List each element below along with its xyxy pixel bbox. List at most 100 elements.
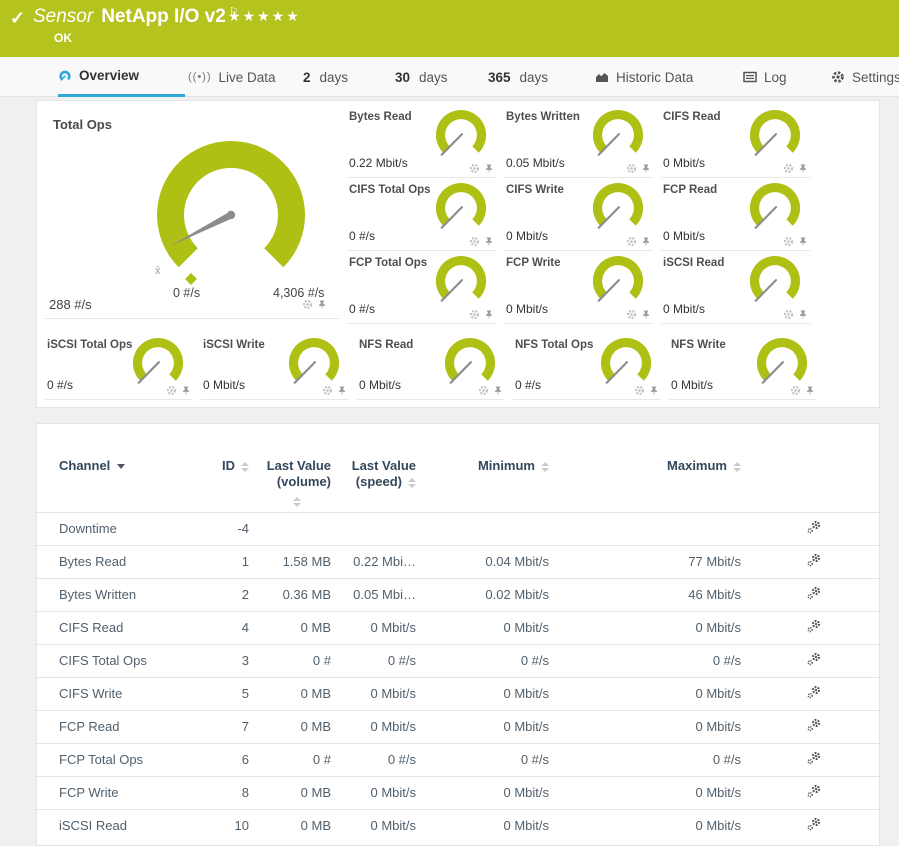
channel-settings-icon[interactable]: [807, 718, 821, 732]
column-header-last-value-speed[interactable]: Last Value(speed): [331, 444, 416, 512]
gear-icon[interactable]: [790, 385, 801, 396]
channel-name[interactable]: Bytes Written: [37, 578, 199, 611]
pin-icon[interactable]: [641, 236, 651, 247]
gear-icon[interactable]: [469, 163, 480, 174]
last-value-volume: 0 MB: [249, 611, 331, 644]
table-row-fcp-total-ops[interactable]: FCP Total Ops60 #0 #/s0 #/s0 #/s: [37, 743, 880, 776]
channel-name[interactable]: FCP Total Ops: [37, 743, 199, 776]
table-row-cifs-write[interactable]: CIFS Write50 MB0 Mbit/s0 Mbit/s0 Mbit/s: [37, 677, 880, 710]
pin-icon[interactable]: [641, 163, 651, 174]
channel-name[interactable]: CIFS Write: [37, 677, 199, 710]
gear-icon[interactable]: [478, 385, 489, 396]
sort-icon: [733, 462, 741, 472]
gauge-panel-nfs-read[interactable]: NFS Read0 Mbit/s: [357, 333, 505, 400]
channel-settings-icon[interactable]: [807, 619, 821, 633]
gear-icon[interactable]: [626, 236, 637, 247]
gauge-panel-nfs-write[interactable]: NFS Write0 Mbit/s: [669, 333, 817, 400]
gauge-panel-iscsi-total-ops[interactable]: iSCSI Total Ops0 #/s: [45, 333, 193, 400]
tab-settings[interactable]: Settings: [831, 57, 899, 97]
tab-30-days[interactable]: 30 days: [395, 57, 448, 97]
gear-icon[interactable]: [634, 385, 645, 396]
small-gauges-grid: Bytes Read0.22 Mbit/s Bytes Written0.05 …: [347, 105, 821, 324]
sort-icon: [541, 462, 549, 472]
table-row-cifs-read[interactable]: CIFS Read40 MB0 Mbit/s0 Mbit/s0 Mbit/s: [37, 611, 880, 644]
channel-name[interactable]: CIFS Read: [37, 611, 199, 644]
gear-icon[interactable]: [469, 236, 480, 247]
channel-name[interactable]: Downtime: [37, 512, 199, 545]
channel-settings-icon[interactable]: [807, 520, 821, 534]
gear-icon[interactable]: [626, 163, 637, 174]
gauge-panel-cifs-read[interactable]: CIFS Read0 Mbit/s: [661, 105, 810, 178]
pin-icon[interactable]: [484, 309, 494, 320]
gauge-panel-bytes-read[interactable]: Bytes Read0.22 Mbit/s: [347, 105, 496, 178]
column-header-last-value-volume[interactable]: Last Value(volume): [249, 444, 331, 512]
channel-name[interactable]: FCP Write: [37, 776, 199, 809]
pin-icon[interactable]: [798, 163, 808, 174]
channel-name[interactable]: iSCSI Read: [37, 809, 199, 842]
gauge-panel-fcp-total-ops[interactable]: FCP Total Ops0 #/s: [347, 251, 496, 324]
table-row-bytes-read[interactable]: Bytes Read11.58 MB0.22 Mbi…0.04 Mbit/s77…: [37, 545, 880, 578]
pin-icon[interactable]: [641, 309, 651, 320]
gauge-panel-bytes-written[interactable]: Bytes Written0.05 Mbit/s: [504, 105, 653, 178]
channel-settings-icon[interactable]: [807, 685, 821, 699]
gauge-panel-total-ops[interactable]: Total Ops x̄ 0 #/s 4,306 #/s 288 #/s: [45, 109, 339, 319]
channel-settings-icon[interactable]: [807, 784, 821, 798]
pin-icon[interactable]: [798, 309, 808, 320]
gear-icon[interactable]: [469, 309, 480, 320]
tab-log[interactable]: Log: [743, 57, 787, 97]
column-header-id[interactable]: ID: [199, 444, 249, 512]
gear-icon[interactable]: [783, 236, 794, 247]
column-header-minimum[interactable]: Minimum: [416, 444, 549, 512]
status-badge: OK: [54, 31, 72, 45]
gauge-panel-cifs-write[interactable]: CIFS Write0 Mbit/s: [504, 178, 653, 251]
gear-icon[interactable]: [626, 309, 637, 320]
channel-name[interactable]: Bytes Read: [37, 545, 199, 578]
tab-365-days[interactable]: 365 days: [488, 57, 548, 97]
pin-icon[interactable]: [484, 236, 494, 247]
table-row-fcp-write[interactable]: FCP Write80 MB0 Mbit/s0 Mbit/s0 Mbit/s: [37, 776, 880, 809]
gear-icon[interactable]: [302, 299, 313, 310]
table-row-fcp-read[interactable]: FCP Read70 MB0 Mbit/s0 Mbit/s0 Mbit/s: [37, 710, 880, 743]
table-row-iscsi-read[interactable]: iSCSI Read100 MB0 Mbit/s0 Mbit/s0 Mbit/s: [37, 809, 880, 842]
gauge-panel-iscsi-write[interactable]: iSCSI Write0 Mbit/s: [201, 333, 349, 400]
pin-icon[interactable]: [181, 385, 191, 396]
channel-settings-icon[interactable]: [807, 586, 821, 600]
column-header-channel[interactable]: Channel: [37, 444, 199, 512]
gauge-panel-nfs-total-ops[interactable]: NFS Total Ops0 #/s: [513, 333, 661, 400]
tab-live-data[interactable]: ((•)) Live Data: [188, 57, 276, 97]
channel-name[interactable]: FCP Read: [37, 710, 199, 743]
table-row-bytes-written[interactable]: Bytes Written20.36 MB0.05 Mbi…0.02 Mbit/…: [37, 578, 880, 611]
channel-settings-icon[interactable]: [807, 652, 821, 666]
channel-settings-icon[interactable]: [807, 817, 821, 831]
gear-icon[interactable]: [166, 385, 177, 396]
channel-name[interactable]: CIFS Total Ops: [37, 644, 199, 677]
gauge-panel-iscsi-read[interactable]: iSCSI Read0 Mbit/s: [661, 251, 810, 324]
gauge-panel-cifs-total-ops[interactable]: CIFS Total Ops0 #/s: [347, 178, 496, 251]
table-row-downtime[interactable]: Downtime-4: [37, 512, 880, 545]
pin-icon[interactable]: [493, 385, 503, 396]
mini-gauge-dial: [746, 109, 804, 163]
channel-id: 6: [199, 743, 249, 776]
pin-icon[interactable]: [317, 299, 327, 310]
mini-gauge-dial: [589, 182, 647, 236]
gauge-panel-fcp-write[interactable]: FCP Write0 Mbit/s: [504, 251, 653, 324]
gear-icon[interactable]: [322, 385, 333, 396]
mini-gauge-dial: [441, 337, 499, 391]
pin-icon[interactable]: [649, 385, 659, 396]
tab-historic-data[interactable]: Historic Data: [595, 57, 693, 97]
tab-overview[interactable]: Overview: [58, 57, 185, 97]
priority-stars[interactable]: ★★★★★: [228, 8, 301, 25]
gauge-panel-fcp-read[interactable]: FCP Read0 Mbit/s: [661, 178, 810, 251]
pin-icon[interactable]: [805, 385, 815, 396]
gear-icon[interactable]: [783, 163, 794, 174]
gear-icon[interactable]: [783, 309, 794, 320]
column-header-maximum[interactable]: Maximum: [549, 444, 741, 512]
table-row-cifs-total-ops[interactable]: CIFS Total Ops30 #0 #/s0 #/s0 #/s: [37, 644, 880, 677]
pin-icon[interactable]: [798, 236, 808, 247]
last-value-speed: 0.22 Mbi…: [331, 545, 416, 578]
channel-settings-icon[interactable]: [807, 751, 821, 765]
pin-icon[interactable]: [484, 163, 494, 174]
pin-icon[interactable]: [337, 385, 347, 396]
tab-2-days[interactable]: 2 days: [303, 57, 348, 97]
channel-settings-icon[interactable]: [807, 553, 821, 567]
